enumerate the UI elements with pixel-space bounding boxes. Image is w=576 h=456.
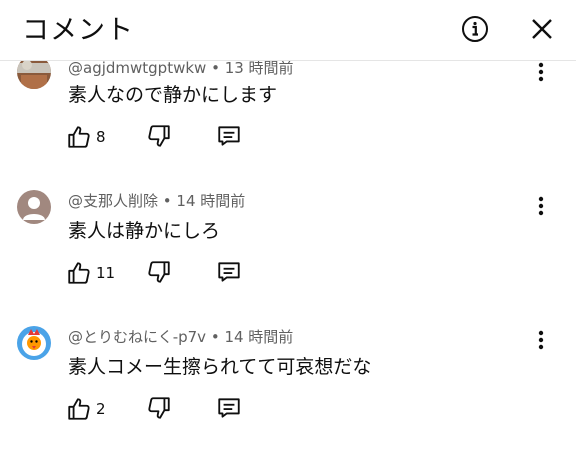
comments-header: コメント <box>0 0 576 61</box>
info-button[interactable] <box>459 13 491 45</box>
comment-text: 素人コメー生擦られてて可哀想だな <box>68 356 372 378</box>
meta-separator: • <box>206 59 225 77</box>
comment-text: 素人なので静かにします <box>68 84 278 106</box>
comment-author[interactable]: @agjdmwtgptwkw <box>68 59 206 77</box>
like-button[interactable]: 2 <box>66 394 106 424</box>
more-options-button[interactable] <box>533 194 549 220</box>
panel-title: コメント <box>22 15 134 46</box>
meta-separator: • <box>158 192 177 210</box>
thumbs-up-icon <box>68 262 90 284</box>
comment-meta: @とりむねにく-p7v • 14 時間前 <box>68 326 293 347</box>
like-button[interactable]: 11 <box>66 258 115 288</box>
thumbs-up-icon <box>68 126 90 148</box>
comment-item: @とりむねにく-p7v • 14 時間前 素人コメー生擦られてて可哀想だな 2 <box>0 326 576 456</box>
avatar[interactable] <box>17 190 51 224</box>
reply-button[interactable] <box>216 258 242 288</box>
comment-meta: @支那人削除 • 14 時間前 <box>68 190 245 211</box>
more-vert-icon <box>538 62 544 82</box>
comment-time[interactable]: 13 時間前 <box>225 59 294 77</box>
dislike-button[interactable] <box>146 122 172 152</box>
thumbs-down-icon <box>148 261 170 283</box>
reply-button[interactable] <box>216 122 242 152</box>
like-count: 11 <box>96 264 116 282</box>
info-icon <box>462 16 488 42</box>
dislike-button[interactable] <box>146 258 172 288</box>
thumbs-down-icon <box>148 397 170 419</box>
close-button[interactable] <box>527 14 557 44</box>
more-vert-icon <box>538 196 544 216</box>
comment-author[interactable]: @とりむねにく-p7v <box>68 328 206 346</box>
like-count: 2 <box>96 400 106 418</box>
more-options-button[interactable] <box>533 60 549 86</box>
reply-icon <box>218 262 240 282</box>
more-vert-icon <box>538 330 544 350</box>
comment-item: @agjdmwtgptwkw • 13 時間前 素人なので静かにします 8 <box>0 55 576 190</box>
comment-text: 素人は静かにしろ <box>68 220 221 242</box>
reply-button[interactable] <box>216 394 242 424</box>
comment-time[interactable]: 14 時間前 <box>176 192 245 210</box>
avatar[interactable] <box>17 326 51 360</box>
comment-time[interactable]: 14 時間前 <box>224 328 293 346</box>
reply-icon <box>218 398 240 418</box>
dislike-button[interactable] <box>146 394 172 424</box>
like-button[interactable]: 8 <box>66 122 106 152</box>
more-options-button[interactable] <box>533 328 549 354</box>
comment-author[interactable]: @支那人削除 <box>68 192 158 210</box>
thumbs-up-icon <box>68 398 90 420</box>
comment-item: @支那人削除 • 14 時間前 素人は静かにしろ 11 <box>0 190 576 320</box>
like-count: 8 <box>96 128 106 146</box>
meta-separator: • <box>206 328 225 346</box>
thumbs-down-icon <box>148 125 170 147</box>
reply-icon <box>218 126 240 146</box>
close-icon <box>532 19 552 39</box>
